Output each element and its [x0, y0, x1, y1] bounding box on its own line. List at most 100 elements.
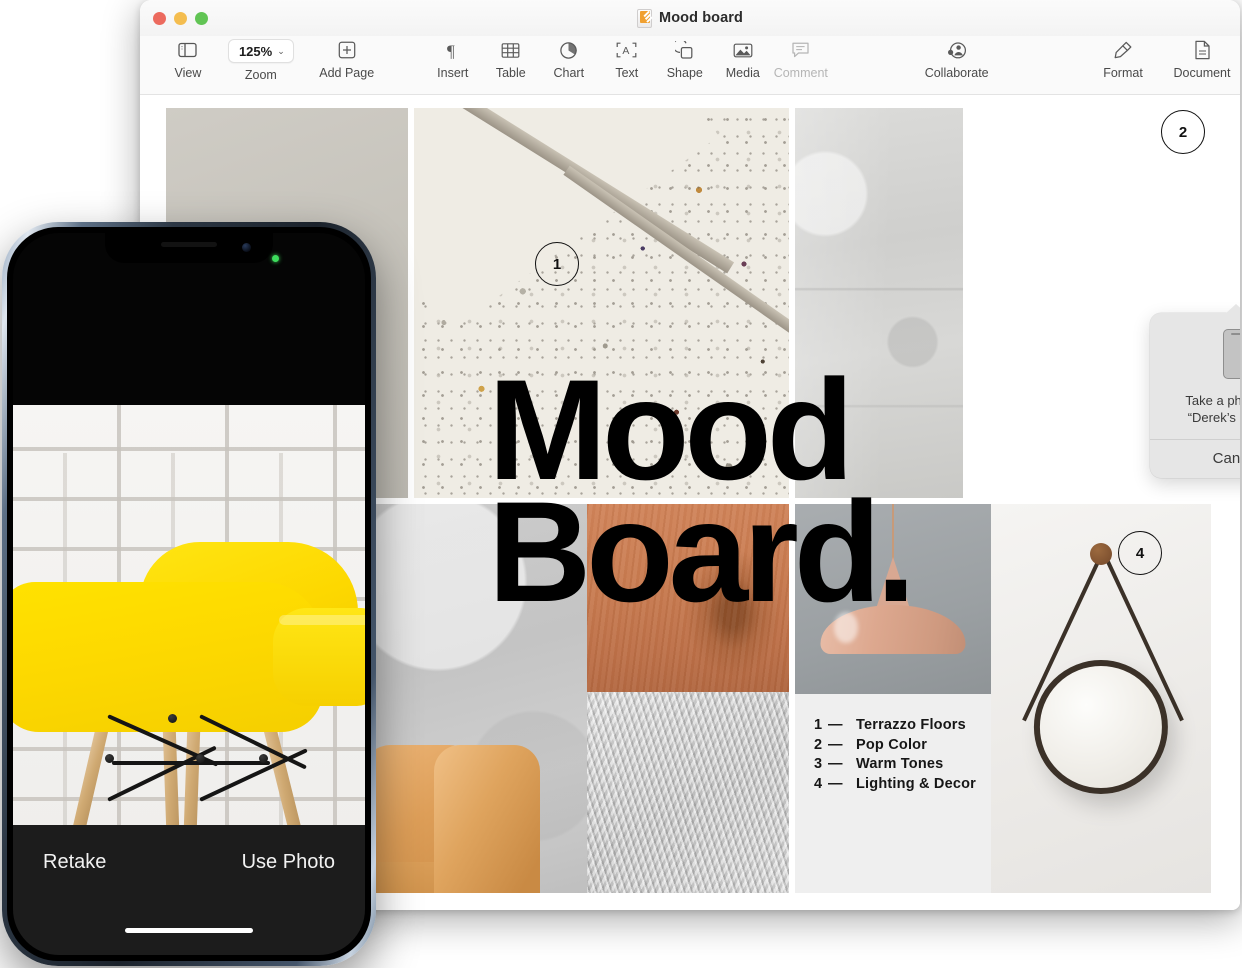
add-page-icon: [338, 39, 356, 61]
toolbar-format-label: Format: [1103, 66, 1143, 80]
plaster-wall-with-tan-sofa-photo[interactable]: [374, 504, 587, 893]
collaborate-icon: [947, 39, 967, 61]
chair-bolt-1: [104, 754, 114, 764]
legend-rows: 1 — Terrazzo Floors 2 — Pop Color 3 — Wa…: [814, 716, 976, 794]
main-toolbar: View 125% ⌄ Zoom Add Page ¶ Insert Table…: [140, 36, 1240, 95]
window-titlebar: Mood board: [140, 0, 1240, 36]
window-title-group: Mood board: [140, 0, 1240, 36]
legend-row-1: 1 — Terrazzo Floors: [814, 716, 976, 736]
iphone-screen[interactable]: Retake Use Photo: [13, 233, 365, 955]
legend-dash-4: —: [828, 775, 843, 792]
legend-label-2: Pop Color: [856, 736, 928, 753]
popover-arrow: [1225, 304, 1240, 314]
green-camera-in-use-dot: [272, 255, 279, 262]
badge-1[interactable]: 1: [535, 242, 579, 286]
legend-number-4: 4: [814, 775, 823, 792]
use-photo-button[interactable]: Use Photo: [242, 851, 335, 874]
toolbar-shape-button[interactable]: Shape: [663, 36, 707, 80]
shape-icon: [675, 39, 694, 61]
retake-button[interactable]: Retake: [43, 851, 106, 874]
badge-4-number: 4: [1135, 544, 1145, 562]
continuity-camera-popover: Take a photo with “Derek’s iPhone” Cance…: [1150, 304, 1240, 478]
mirror-wall-knob: [1090, 542, 1112, 565]
svg-text:¶: ¶: [447, 41, 455, 60]
popover-body: Take a photo with “Derek’s iPhone”: [1150, 313, 1240, 439]
blush-pendant-lamp-photo[interactable]: [795, 504, 991, 694]
zoom-value: 125%: [238, 43, 273, 59]
toolbar-comment-button[interactable]: Comment: [774, 36, 828, 80]
toolbar-insert-button[interactable]: ¶ Insert: [431, 36, 475, 80]
badge-2-number: 2: [1178, 123, 1188, 141]
camera-action-bar: Retake Use Photo: [13, 825, 365, 955]
legend-dash-2: —: [828, 736, 843, 753]
oak-wood-grain-photo[interactable]: [587, 504, 789, 692]
toolbar-table-button[interactable]: Table: [489, 36, 533, 80]
mirror-glass-disc: [1033, 659, 1169, 794]
pendant-lamp-shape: [795, 504, 991, 694]
front-camera-icon: [242, 243, 279, 262]
sidebar-icon: [178, 39, 198, 61]
concrete-wall-photo[interactable]: [795, 108, 963, 498]
zoom-button[interactable]: [195, 11, 208, 25]
lamp-highlight: [834, 612, 858, 643]
badge-2[interactable]: 2: [1161, 110, 1205, 154]
table-icon: [501, 39, 520, 61]
toolbar-format-button[interactable]: Format: [1092, 36, 1154, 80]
badge-1-number: 1: [552, 255, 562, 273]
popover-message-line-2: “Derek’s iPhone”: [1187, 410, 1240, 425]
tan-sofa-arm: [433, 745, 541, 893]
yellow-chair-armrest: [273, 608, 365, 706]
close-button[interactable]: [153, 11, 166, 25]
minimize-button[interactable]: [174, 11, 187, 25]
zoom-select[interactable]: 125% ⌄: [227, 39, 294, 63]
document-icon: [1194, 39, 1211, 61]
legend-label-3: Warm Tones: [856, 756, 944, 772]
window-title: Mood board: [659, 10, 743, 26]
legend-label-4: Lighting & Decor: [856, 775, 976, 792]
toolbar-add-page-label: Add Page: [319, 66, 375, 80]
text-box-icon: A: [616, 39, 637, 61]
legend-row-2: 2 — Pop Color: [814, 736, 976, 756]
toolbar-insert-label: Insert: [437, 66, 469, 80]
grey-shag-rug-photo[interactable]: [587, 692, 789, 893]
iphone-frame: Retake Use Photo: [2, 222, 376, 966]
toolbar-zoom-control[interactable]: 125% ⌄ Zoom: [226, 36, 296, 82]
iphone-bezel: Retake Use Photo: [7, 227, 371, 961]
legend-number-2: 2: [814, 736, 823, 753]
legend-number-1: 1: [814, 717, 823, 733]
legend-row-4: 4 — Lighting & Decor: [814, 775, 976, 795]
round-leather-strap-mirror-photo[interactable]: [991, 504, 1211, 893]
comment-icon: [791, 39, 810, 61]
terrazzo-slab-photo[interactable]: [414, 108, 789, 498]
screenshot-root: Mood board View 125% ⌄ Zoom Add Page ¶ I…: [0, 0, 1242, 968]
home-indicator[interactable]: [125, 928, 253, 933]
media-image-icon: [733, 39, 753, 61]
toolbar-text-label: Text: [615, 66, 639, 80]
lamp-cord: [892, 504, 894, 561]
toolbar-view-button[interactable]: View: [166, 36, 210, 80]
svg-text:A: A: [623, 45, 630, 57]
popover-message-line-1: Take a photo with: [1185, 393, 1240, 408]
toolbar-document-label: Document: [1173, 66, 1231, 80]
toolbar-add-page-button[interactable]: Add Page: [312, 36, 382, 80]
legend-row-3: 3 — Warm Tones: [814, 755, 976, 775]
mood-board-legend: 1 — Terrazzo Floors 2 — Pop Color 3 — Wa…: [795, 694, 991, 893]
toolbar-collaborate-button[interactable]: Collaborate: [914, 36, 1000, 80]
badge-4[interactable]: 4: [1118, 531, 1162, 575]
chart-pie-icon: [559, 39, 578, 61]
toolbar-collaborate-label: Collaborate: [924, 66, 989, 80]
toolbar-shape-label: Shape: [666, 66, 703, 80]
toolbar-media-label: Media: [725, 66, 760, 80]
iphone-icon: [1223, 329, 1240, 379]
toolbar-comment-label: Comment: [773, 66, 828, 80]
popover-cancel-button[interactable]: Cancel: [1150, 440, 1240, 478]
toolbar-document-button[interactable]: Document: [1164, 36, 1240, 80]
toolbar-chart-button[interactable]: Chart: [547, 36, 591, 80]
iphone-notch: [105, 233, 279, 263]
toolbar-media-button[interactable]: Media: [721, 36, 765, 80]
toolbar-chart-label: Chart: [553, 66, 585, 80]
toolbar-text-button[interactable]: A Text: [605, 36, 649, 80]
format-brush-icon: [1113, 39, 1133, 61]
camera-preview-photo[interactable]: [13, 405, 365, 847]
toolbar-table-label: Table: [495, 66, 526, 80]
